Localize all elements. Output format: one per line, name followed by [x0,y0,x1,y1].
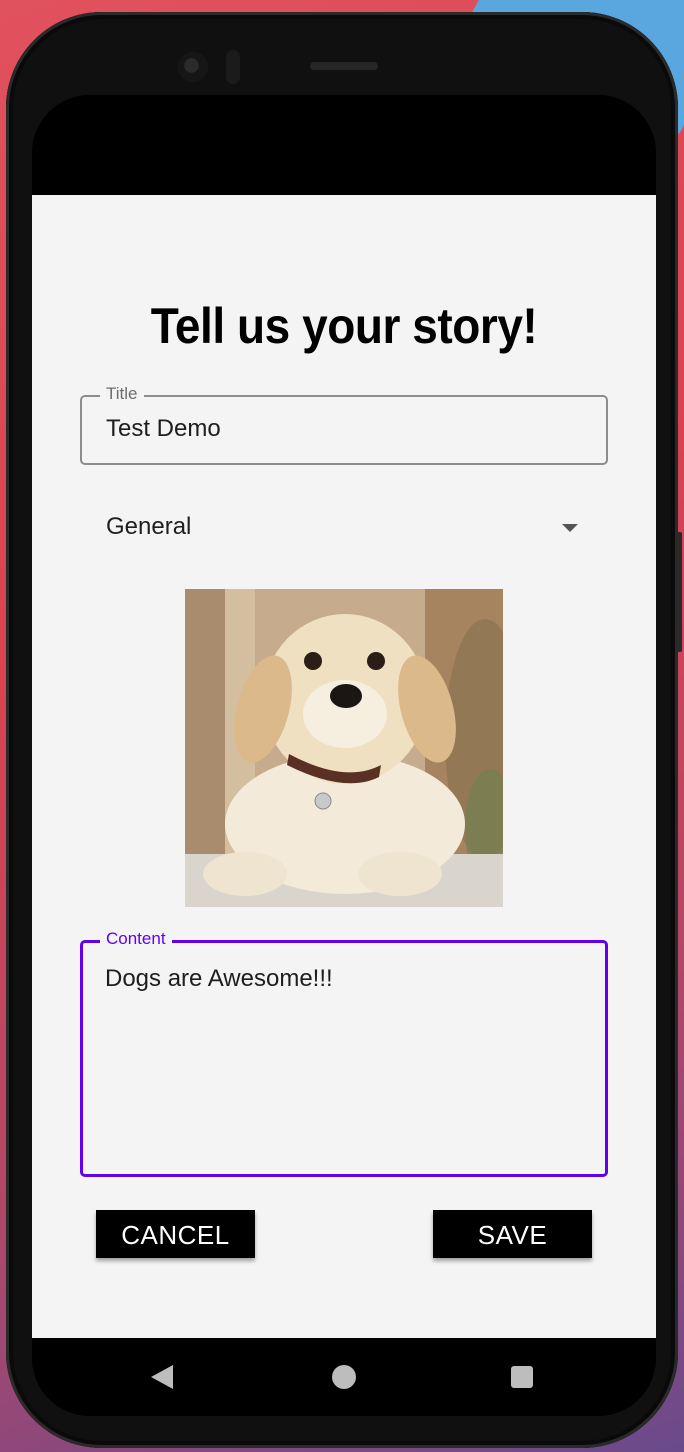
content-input-value[interactable]: Dogs are Awesome!!! [105,965,333,993]
puppy-photo [185,589,503,907]
category-dropdown[interactable]: General [80,495,608,559]
back-icon[interactable] [151,1365,173,1389]
content-input-label: Content [100,929,172,949]
proximity-sensor [226,50,240,84]
page-title: Tell us your story! [150,298,538,354]
earpiece-speaker [310,62,378,70]
dropdown-arrow-icon[interactable] [562,524,578,532]
home-icon[interactable] [332,1365,356,1389]
volume-button [678,532,682,652]
category-selected-value: General [106,513,192,540]
save-button[interactable]: SAVE [433,1210,592,1258]
content-input[interactable]: Content Dogs are Awesome!!! [80,929,608,1177]
story-image[interactable] [185,589,503,907]
title-input-label: Title [100,384,144,404]
title-input-value[interactable]: Test Demo [106,415,221,443]
phone-frame: Tell us your story! Title Test Demo Gene… [6,12,682,1448]
navigation-bar [32,1338,656,1416]
cancel-button[interactable]: CANCEL [96,1210,255,1258]
recents-icon[interactable] [511,1366,533,1388]
device-screen: Tell us your story! Title Test Demo Gene… [32,95,656,1416]
front-camera [178,52,208,82]
status-bar [32,95,656,195]
story-form-screen: Tell us your story! Title Test Demo Gene… [32,195,656,1338]
title-input[interactable]: Title Test Demo [80,384,608,465]
